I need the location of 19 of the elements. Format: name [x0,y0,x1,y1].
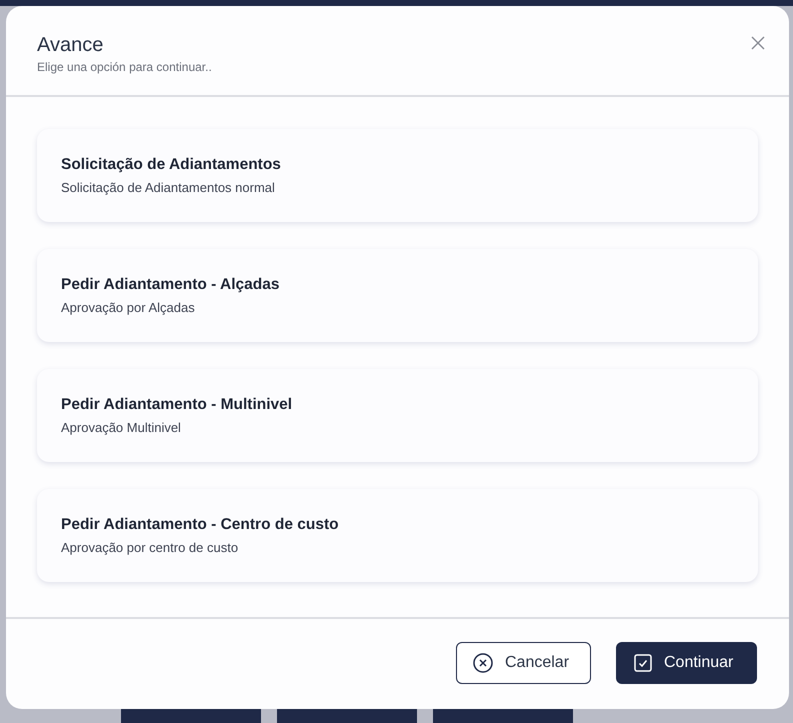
option-title: Solicitação de Adiantamentos [61,156,282,174]
option-card[interactable]: Pedir Adiantamento - Centro de custo Aprovação por centro de custo [37,489,758,582]
close-circle-icon [473,653,493,673]
option-card[interactable]: Solicitação de Adiantamentos Solicitação de Adiantamentos normal [37,129,758,222]
option-description: Aprovação por centro de custo [61,540,240,555]
option-title: Pedir Adiantamento - Centro de custo [61,516,340,534]
option-description: Solicitação de Adiantamentos normal [61,180,276,195]
dialog-title: Avance [37,34,104,57]
option-description: Aprovação por Alçadas [61,300,196,315]
option-title: Pedir Adiantamento - Multinivel [61,396,294,414]
checkbox-icon [634,654,652,672]
dialog-subtitle: Elige una opción para continuar.. [37,60,212,74]
option-description: Aprovação Multinivel [61,420,182,435]
continue-button[interactable]: Continuar [616,642,757,684]
option-title: Pedir Adiantamento - Alçadas [61,276,280,294]
option-card[interactable]: Pedir Adiantamento - Alçadas Aprovação por Alçadas [37,249,758,342]
close-icon[interactable] [751,36,765,50]
option-card[interactable]: Pedir Adiantamento - Multinivel Aprovação Multinivel [37,369,758,462]
cancel-button[interactable]: Cancelar [456,642,591,684]
